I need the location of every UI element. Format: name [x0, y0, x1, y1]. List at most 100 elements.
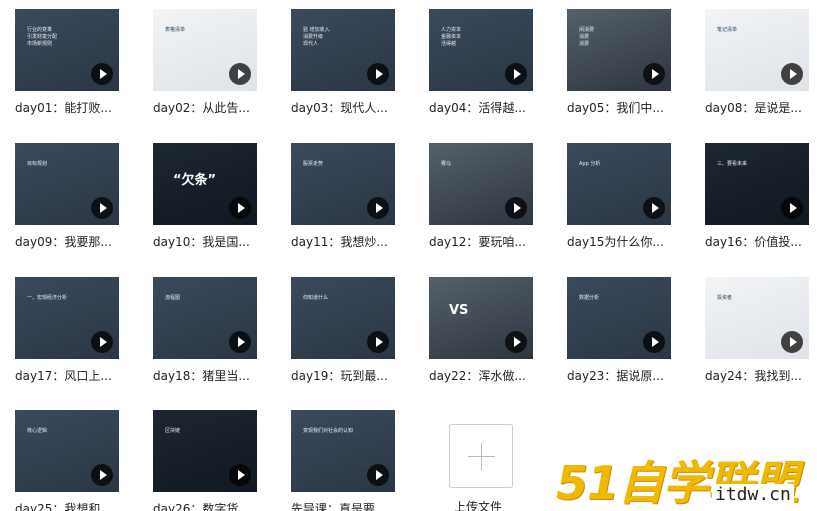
video-tile[interactable]: 数据分析 day23：据说原...: [567, 277, 671, 384]
video-tile[interactable]: 变现我们对社会的认知 先导课：真是要...: [291, 410, 395, 511]
play-icon[interactable]: [367, 331, 389, 353]
video-title[interactable]: day02：从此告...: [153, 99, 257, 116]
video-thumbnail[interactable]: 三、要看未来: [705, 143, 809, 225]
play-icon[interactable]: [367, 464, 389, 486]
thumbnail-text: 你知道什么: [303, 295, 329, 301]
thumbnail-text: 验 增加收入 消费升级 现代人: [303, 27, 330, 47]
video-thumbnail[interactable]: 核心逻辑: [15, 410, 119, 492]
video-title[interactable]: day04：活得越...: [429, 99, 533, 116]
thumbnail-text: “欠条”: [173, 173, 217, 188]
video-thumbnail[interactable]: 变现我们对社会的认知: [291, 410, 395, 492]
video-thumbnail[interactable]: “欠条”: [153, 143, 257, 225]
video-thumbnail[interactable]: 区块链: [153, 410, 257, 492]
play-icon[interactable]: [505, 63, 527, 85]
video-title[interactable]: day26：数字货...: [153, 500, 257, 511]
video-tile[interactable]: 笔记清单 day08：是说是...: [705, 9, 809, 116]
video-title[interactable]: day01：能打败...: [15, 99, 119, 116]
video-tile[interactable]: 人力资本 金融资本 活得越 day04：活得越...: [429, 9, 533, 116]
play-icon[interactable]: [367, 63, 389, 85]
play-icon[interactable]: [229, 63, 251, 85]
thumbnail-text: 行业的变革 引发财富分配 市场新规则: [27, 27, 58, 47]
play-icon[interactable]: [781, 331, 803, 353]
video-tile[interactable]: 一、宏观经济分析 day17：风口上...: [15, 277, 119, 384]
play-icon[interactable]: [229, 464, 251, 486]
video-tile[interactable]: 目标规划 day09：我要那...: [15, 143, 119, 250]
upload-label[interactable]: 上传文件: [454, 498, 514, 511]
video-tile[interactable]: 行业的变革 引发财富分配 市场新规则 day01：能打败...: [15, 9, 119, 116]
thumbnail-text: VS: [449, 303, 469, 318]
play-icon[interactable]: [505, 197, 527, 219]
thumbnail-text: 笔记清单: [717, 27, 738, 33]
play-icon[interactable]: [229, 331, 251, 353]
video-tile[interactable]: VS day22：浑水做...: [429, 277, 533, 384]
video-grid: 行业的变革 引发财富分配 市场新规则 day01：能打败... 表格清单 day…: [0, 0, 817, 511]
video-title[interactable]: day03：现代人...: [291, 99, 395, 116]
watermark-url: itdw.cn: [712, 484, 794, 505]
video-title[interactable]: day18：猪里当...: [153, 367, 257, 384]
play-icon[interactable]: [91, 464, 113, 486]
video-thumbnail[interactable]: 表格清单: [153, 9, 257, 91]
video-thumbnail[interactable]: 目标规划: [15, 143, 119, 225]
video-title[interactable]: day19：玩到最...: [291, 367, 395, 384]
thumbnail-text: 三、要看未来: [717, 161, 748, 167]
thumbnail-text: 一、宏观经济分析: [27, 295, 68, 301]
video-title[interactable]: day05：我们中...: [567, 99, 671, 116]
video-title[interactable]: day15为什么你...: [567, 233, 671, 250]
thumbnail-text: 表格清单: [165, 27, 186, 33]
video-title[interactable]: day08：是说是...: [705, 99, 809, 116]
play-icon[interactable]: [781, 197, 803, 219]
video-thumbnail[interactable]: 你知道什么: [291, 277, 395, 359]
video-tile[interactable]: 闲消费 消费 消费 day05：我们中...: [567, 9, 671, 116]
play-icon[interactable]: [643, 197, 665, 219]
video-thumbnail[interactable]: 赛马: [429, 143, 533, 225]
video-title[interactable]: day09：我要那...: [15, 233, 119, 250]
video-title[interactable]: day16：价值投...: [705, 233, 809, 250]
upload-button[interactable]: [449, 424, 513, 488]
video-thumbnail[interactable]: 闲消费 消费 消费: [567, 9, 671, 91]
video-thumbnail[interactable]: 数据分析: [567, 277, 671, 359]
video-thumbnail[interactable]: 投资者: [705, 277, 809, 359]
video-thumbnail[interactable]: 一、宏观经济分析: [15, 277, 119, 359]
video-title[interactable]: day11：我想炒...: [291, 233, 395, 250]
video-tile[interactable]: “欠条” day10：我是国...: [153, 143, 257, 250]
play-icon[interactable]: [229, 197, 251, 219]
video-tile[interactable]: 赛马 day12：要玩咱...: [429, 143, 533, 250]
video-tile[interactable]: 三、要看未来 day16：价值投...: [705, 143, 809, 250]
play-icon[interactable]: [781, 63, 803, 85]
play-icon[interactable]: [643, 63, 665, 85]
play-icon[interactable]: [367, 197, 389, 219]
video-title[interactable]: 先导课：真是要...: [291, 500, 395, 511]
video-thumbnail[interactable]: 笔记清单: [705, 9, 809, 91]
video-tile[interactable]: 流程图 day18：猪里当...: [153, 277, 257, 384]
video-tile[interactable]: 你知道什么 day19：玩到最...: [291, 277, 395, 384]
video-thumbnail[interactable]: VS: [429, 277, 533, 359]
play-icon[interactable]: [91, 197, 113, 219]
play-icon[interactable]: [91, 63, 113, 85]
video-title[interactable]: day23：据说原...: [567, 367, 671, 384]
video-title[interactable]: day24：我找到...: [705, 367, 809, 384]
thumbnail-text: 核心逻辑: [27, 428, 48, 434]
thumbnail-text: 目标规划: [27, 161, 48, 167]
video-title[interactable]: day17：风口上...: [15, 367, 119, 384]
video-tile[interactable]: 验 增加收入 消费升级 现代人 day03：现代人...: [291, 9, 395, 116]
play-icon[interactable]: [91, 331, 113, 353]
play-icon[interactable]: [643, 331, 665, 353]
video-thumbnail[interactable]: App 分析: [567, 143, 671, 225]
video-tile[interactable]: 核心逻辑 day25：我想和...: [15, 410, 119, 511]
video-title[interactable]: day25：我想和...: [15, 500, 119, 511]
video-tile[interactable]: 区块链 day26：数字货...: [153, 410, 257, 511]
play-icon[interactable]: [505, 331, 527, 353]
video-thumbnail[interactable]: 行业的变革 引发财富分配 市场新规则: [15, 9, 119, 91]
video-thumbnail[interactable]: 人力资本 金融资本 活得越: [429, 9, 533, 91]
video-thumbnail[interactable]: 验 增加收入 消费升级 现代人: [291, 9, 395, 91]
video-tile[interactable]: 投资者 day24：我找到...: [705, 277, 809, 384]
video-thumbnail[interactable]: 股票走势: [291, 143, 395, 225]
video-title[interactable]: day10：我是国...: [153, 233, 257, 250]
video-title[interactable]: day12：要玩咱...: [429, 233, 533, 250]
video-title[interactable]: day22：浑水做...: [429, 367, 533, 384]
video-tile[interactable]: 股票走势 day11：我想炒...: [291, 143, 395, 250]
video-tile[interactable]: 表格清单 day02：从此告...: [153, 9, 257, 116]
video-thumbnail[interactable]: 流程图: [153, 277, 257, 359]
thumbnail-text: 赛马: [441, 161, 452, 167]
video-tile[interactable]: App 分析 day15为什么你...: [567, 143, 671, 250]
